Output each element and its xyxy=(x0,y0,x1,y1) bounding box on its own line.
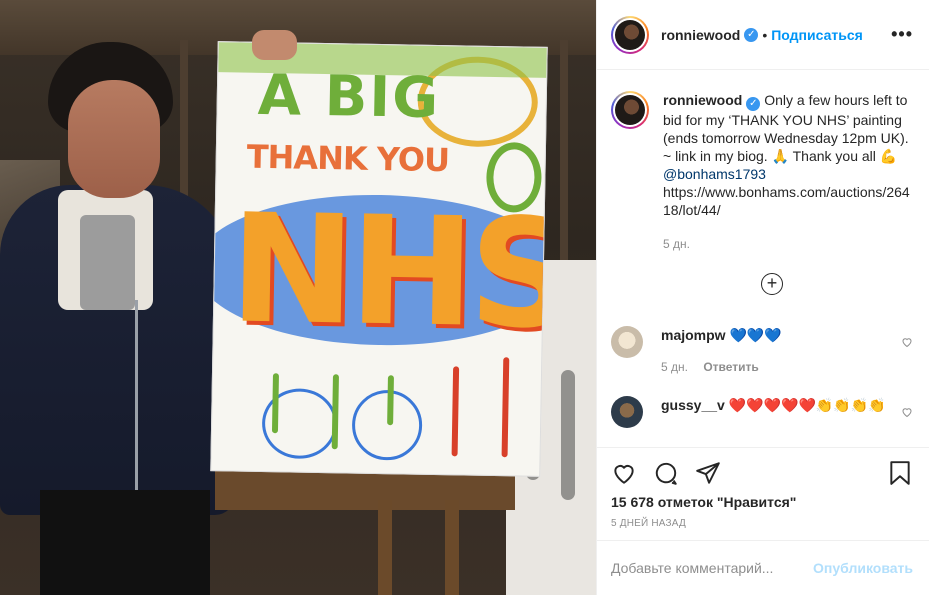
author-username[interactable]: ronniewood xyxy=(661,27,740,43)
painting-text-line1: A BIG xyxy=(257,62,441,132)
comment-input[interactable] xyxy=(611,560,814,576)
person-face xyxy=(68,80,160,198)
comments-list[interactable]: ronniewood ✓ Only a few hours left to bid… xyxy=(597,71,929,447)
load-more-icon[interactable]: + xyxy=(761,273,783,295)
comment-item: majompw 💙💙💙 5 дн. Ответить xyxy=(611,326,913,376)
painting-text-line3: NHS xyxy=(228,182,548,363)
comment-text: ❤️❤️❤️❤️❤️👏👏👏👏 xyxy=(728,397,886,413)
comment-meta: 5 дн. Ответить xyxy=(661,358,901,376)
caption-url[interactable]: https://www.bonhams.com/auctions/26418/l… xyxy=(663,184,910,218)
author-avatar[interactable] xyxy=(611,15,649,54)
comment-age[interactable]: 5 дн. xyxy=(661,360,688,374)
caption-body: ronniewood ✓ Only a few hours left to bid… xyxy=(663,91,913,253)
post-caption: ronniewood ✓ Only a few hours left to bid… xyxy=(611,91,913,253)
follow-button[interactable]: Подписаться xyxy=(771,27,863,43)
caption-mention-link[interactable]: @bonhams1793 xyxy=(663,166,766,182)
person-hand xyxy=(252,30,297,60)
likes-count[interactable]: 15 678 отметок "Нравится" xyxy=(611,494,913,510)
heart-small-icon[interactable] xyxy=(901,406,913,418)
person-zip xyxy=(135,300,138,500)
comment-icon[interactable] xyxy=(653,460,679,486)
post-sidebar: ronniewood ✓ • Подписаться ••• ronniewoo… xyxy=(596,0,929,595)
comment-avatar[interactable] xyxy=(611,396,643,428)
easel-leg xyxy=(445,500,459,595)
caption-meta: 5 дн. xyxy=(663,235,913,253)
easel-base xyxy=(215,470,515,510)
more-options-icon[interactable]: ••• xyxy=(891,24,913,45)
verified-badge-icon: ✓ xyxy=(746,97,761,111)
comment-username[interactable]: gussy__v xyxy=(661,397,725,413)
caption-avatar[interactable] xyxy=(611,91,649,129)
comment-body: majompw 💙💙💙 5 дн. Ответить xyxy=(661,326,901,376)
comment-item: gussy__v ❤️❤️❤️❤️❤️👏👏👏👏 xyxy=(611,396,913,428)
paint-drip xyxy=(501,357,510,458)
comment-text: 💙💙💙 xyxy=(729,327,782,343)
paint-drip xyxy=(271,373,279,434)
comment-avatar[interactable] xyxy=(611,326,643,358)
painting-canvas: A BIG THANK YOU NHS xyxy=(210,41,548,477)
caption-username[interactable]: ronniewood xyxy=(663,92,742,108)
action-icons xyxy=(611,458,913,488)
author-avatar-image xyxy=(615,19,645,50)
caption-age[interactable]: 5 дн. xyxy=(663,237,690,251)
paint-drip xyxy=(387,375,394,426)
post-actions: 15 678 отметок "Нравится" 5 ДНЕЙ НАЗАД xyxy=(597,447,929,529)
separator-dot: • xyxy=(762,26,768,43)
verified-badge-icon: ✓ xyxy=(744,27,759,42)
person-tshirt xyxy=(80,215,135,310)
easel-leg xyxy=(378,500,392,595)
painting-text-line2: THANK YOU xyxy=(246,137,450,180)
paint-drip xyxy=(451,366,460,457)
comment-username[interactable]: majompw xyxy=(661,327,726,343)
publish-button[interactable]: Опубликовать xyxy=(813,560,913,576)
sketch-figure xyxy=(561,370,575,500)
caption-avatar-image xyxy=(615,95,645,125)
paint-drip xyxy=(331,374,339,450)
add-comment-bar: Опубликовать xyxy=(597,540,929,595)
share-icon[interactable] xyxy=(695,460,721,486)
post-header: ronniewood ✓ • Подписаться ••• xyxy=(597,0,929,70)
person-trousers xyxy=(40,490,210,595)
comment-body: gussy__v ❤️❤️❤️❤️❤️👏👏👏👏 xyxy=(661,396,901,428)
heart-small-icon[interactable] xyxy=(901,336,913,348)
post-photo[interactable]: A BIG THANK YOU NHS xyxy=(0,0,596,595)
heart-icon[interactable] xyxy=(611,460,637,486)
post-time-ago[interactable]: 5 ДНЕЙ НАЗАД xyxy=(611,518,913,529)
reply-button[interactable]: Ответить xyxy=(703,360,758,374)
bookmark-icon[interactable] xyxy=(887,460,913,486)
